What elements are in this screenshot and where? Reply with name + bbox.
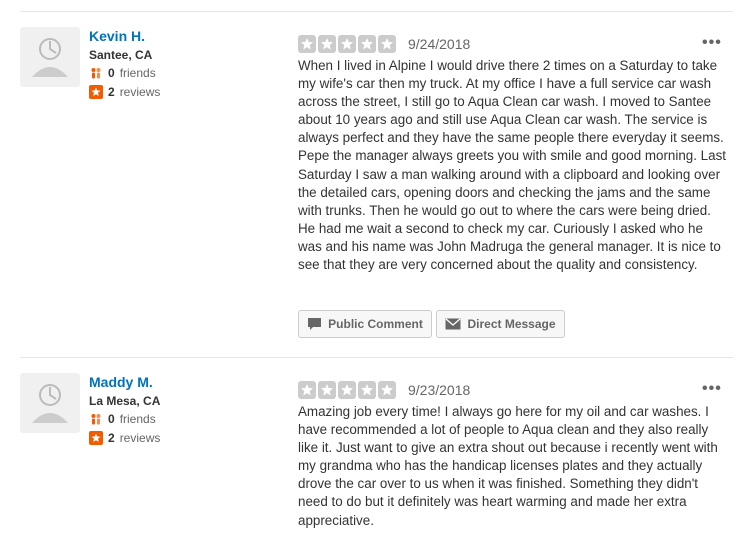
star-icon <box>298 35 316 53</box>
user-location: Santee, CA <box>89 48 153 62</box>
reviews-number: 2 <box>108 85 115 99</box>
star-rating <box>298 381 396 399</box>
friends-count: 0 friends <box>89 66 156 80</box>
star-icon <box>318 381 336 399</box>
friends-icon <box>91 414 101 425</box>
envelope-icon <box>445 318 461 330</box>
friends-icon <box>91 68 101 79</box>
star-icon <box>298 381 316 399</box>
friends-label: friends <box>119 66 156 80</box>
public-comment-label: Public Comment <box>328 317 423 331</box>
review-text: Amazing job every time! I always go here… <box>298 404 718 528</box>
star-icon <box>358 381 376 399</box>
top-divider <box>20 11 733 12</box>
reviews-count: 2 reviews <box>89 431 160 445</box>
star-icon <box>358 35 376 53</box>
user-location: La Mesa, CA <box>89 394 161 408</box>
avatar[interactable] <box>20 373 80 433</box>
reviews-label: reviews <box>119 85 161 99</box>
star-icon <box>318 35 336 53</box>
star-icon <box>338 381 356 399</box>
review-text: When I lived in Alpine I would drive the… <box>298 58 726 273</box>
review-star-icon <box>89 85 103 99</box>
user-name-link[interactable]: Maddy M. <box>89 374 153 390</box>
star-icon <box>378 35 396 53</box>
friends-number: 0 <box>108 66 115 80</box>
direct-message-button[interactable]: Direct Message <box>436 310 565 338</box>
direct-message-label: Direct Message <box>467 317 556 331</box>
default-user-icon <box>32 384 68 423</box>
review-date: 9/23/2018 <box>408 382 471 398</box>
friends-label: friends <box>119 412 156 426</box>
user-name-link[interactable]: Kevin H. <box>89 28 145 44</box>
star-icon <box>338 35 356 53</box>
review-divider <box>20 357 733 358</box>
avatar[interactable] <box>20 27 80 87</box>
more-options-icon[interactable]: ••• <box>702 380 722 398</box>
default-user-icon <box>32 38 68 77</box>
friends-count: 0 friends <box>89 412 156 426</box>
public-comment-button[interactable]: Public Comment <box>298 310 432 338</box>
reviews-number: 2 <box>108 431 115 445</box>
star-icon <box>378 381 396 399</box>
reviews-count: 2 reviews <box>89 85 160 99</box>
star-rating <box>298 35 396 53</box>
speech-bubble-icon <box>308 318 322 330</box>
review-date: 9/24/2018 <box>408 36 471 52</box>
friends-number: 0 <box>108 412 115 426</box>
review-star-icon <box>89 431 103 445</box>
more-options-icon[interactable]: ••• <box>702 34 722 52</box>
reviews-label: reviews <box>119 431 161 445</box>
